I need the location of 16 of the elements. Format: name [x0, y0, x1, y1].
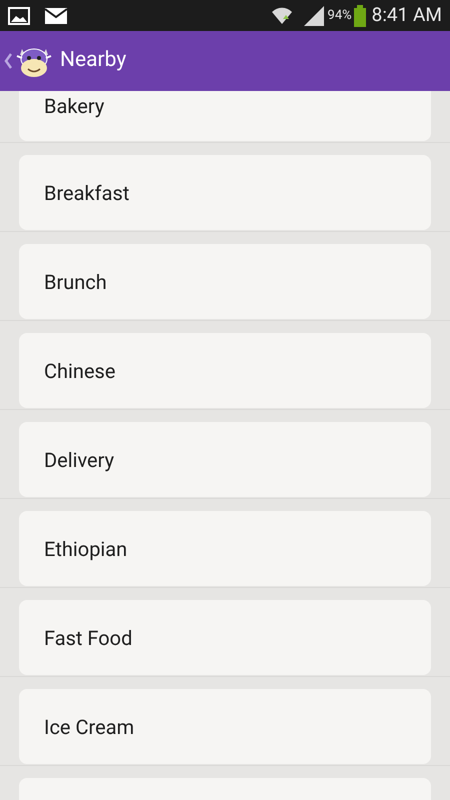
- category-item[interactable]: Bakery: [19, 91, 431, 141]
- battery-icon: [354, 4, 366, 26]
- clock-time: 8:41 AM: [372, 2, 442, 28]
- screen-title: Nearby: [60, 47, 126, 74]
- category-item[interactable]: Delivery: [19, 422, 431, 497]
- signal-icon: [304, 6, 326, 26]
- battery-percent: 94%: [328, 6, 352, 25]
- mail-icon: [45, 8, 67, 24]
- category-item[interactable]: Brunch: [19, 244, 431, 319]
- image-icon: [8, 6, 30, 24]
- chevron-left-icon: [4, 53, 12, 69]
- category-item[interactable]: Fast Food: [19, 600, 431, 675]
- category-item[interactable]: Ice Cream: [19, 689, 431, 764]
- category-item[interactable]: Chinese: [19, 333, 431, 408]
- category-item[interactable]: Ethiopian: [19, 511, 431, 586]
- category-item[interactable]: Breakfast: [19, 155, 431, 230]
